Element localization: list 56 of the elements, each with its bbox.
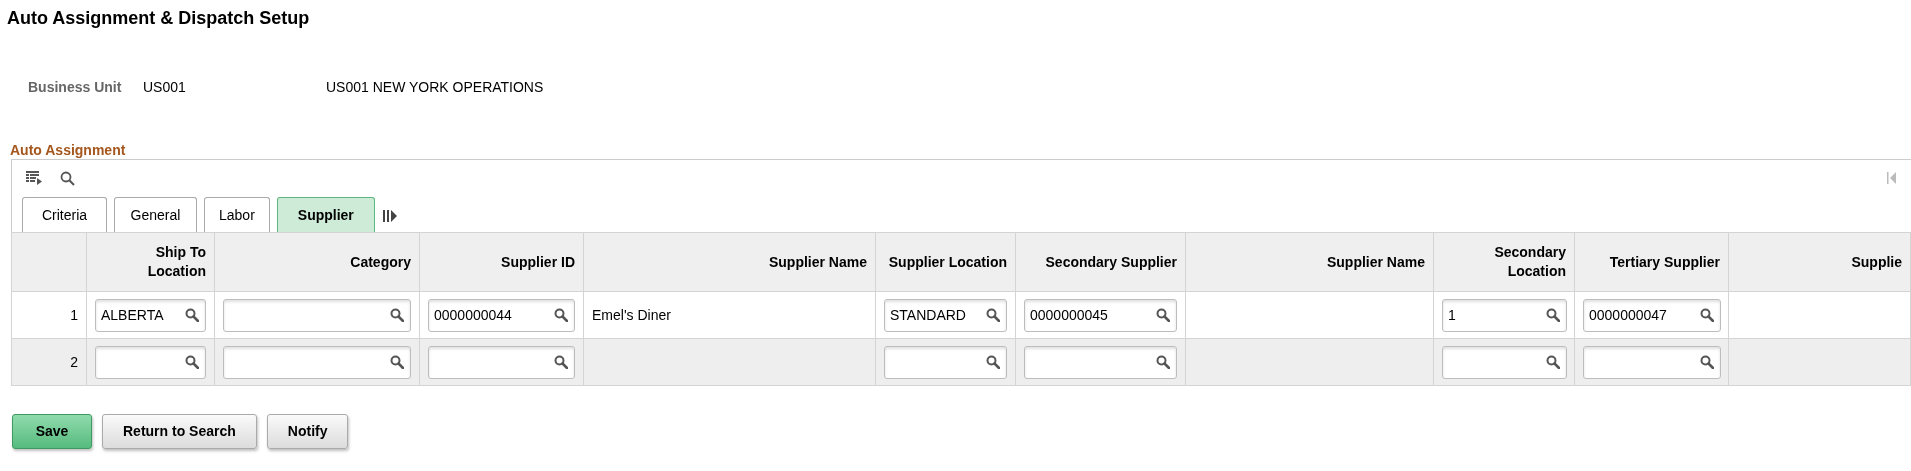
row-number: 2: [70, 353, 78, 370]
lookup-field[interactable]: 0000000047: [1583, 298, 1721, 332]
search-icon[interactable]: [1156, 355, 1170, 369]
lookup-field[interactable]: [1583, 345, 1721, 379]
lookup-field[interactable]: [1024, 345, 1177, 379]
tab[interactable]: Labor: [204, 197, 270, 232]
column-header: Supplier Name: [1326, 252, 1425, 272]
lookup-field[interactable]: [1442, 345, 1567, 379]
grid-view-icon[interactable]: [26, 171, 42, 185]
button[interactable]: Return to Search: [102, 414, 257, 449]
search-icon[interactable]: [554, 308, 568, 322]
search-icon[interactable]: [60, 170, 75, 186]
column-header: Secondary Location: [1493, 243, 1566, 281]
column-header: Supplier ID: [501, 252, 575, 272]
button[interactable]: Save: [12, 414, 92, 449]
field-value: US001: [143, 77, 187, 97]
search-icon[interactable]: [986, 308, 1000, 322]
column-header: Ship To Location: [146, 243, 206, 281]
tab[interactable]: Criteria: [22, 197, 107, 232]
lookup-field[interactable]: [223, 298, 411, 332]
lookup-field[interactable]: [95, 345, 206, 379]
column-header: Category: [350, 252, 411, 272]
search-icon[interactable]: [1546, 355, 1560, 369]
tab[interactable]: General: [114, 197, 197, 232]
search-icon[interactable]: [554, 355, 568, 369]
column-header: Supplie: [1851, 252, 1902, 272]
search-icon[interactable]: [185, 355, 199, 369]
lookup-field[interactable]: [223, 345, 411, 379]
search-icon[interactable]: [1700, 355, 1714, 369]
table-cell: Emel's Diner: [592, 306, 671, 323]
row-number: 1: [70, 306, 78, 323]
search-icon[interactable]: [1546, 308, 1560, 322]
search-icon[interactable]: [986, 355, 1000, 369]
search-icon[interactable]: [390, 355, 404, 369]
column-header: Secondary Supplier: [1045, 252, 1177, 272]
lookup-field[interactable]: [884, 345, 1007, 379]
column-header: Supplier Name: [768, 252, 867, 272]
search-icon[interactable]: [1700, 308, 1714, 322]
lookup-field[interactable]: 0000000044: [428, 298, 575, 332]
column-header: Tertiary Supplier: [1609, 252, 1720, 272]
lookup-field[interactable]: ALBERTA: [95, 298, 206, 332]
page-title: Auto Assignment & Dispatch Setup: [7, 7, 311, 30]
show-all-columns-icon[interactable]: [382, 210, 397, 222]
section-title: Auto Assignment: [10, 141, 127, 159]
button[interactable]: Notify: [266, 414, 349, 449]
column-header: Supplier Location: [888, 252, 1007, 272]
search-icon[interactable]: [185, 308, 199, 322]
tab[interactable]: Supplier: [276, 197, 375, 232]
lookup-field[interactable]: 1: [1442, 298, 1567, 332]
field-value: US001 NEW YORK OPERATIONS: [326, 77, 544, 97]
field-label: Business Unit: [28, 77, 123, 97]
lookup-field[interactable]: STANDARD: [884, 298, 1007, 332]
lookup-field[interactable]: [428, 345, 575, 379]
lookup-field[interactable]: 0000000045: [1024, 298, 1177, 332]
search-icon[interactable]: [1156, 308, 1170, 322]
search-icon[interactable]: [390, 308, 404, 322]
